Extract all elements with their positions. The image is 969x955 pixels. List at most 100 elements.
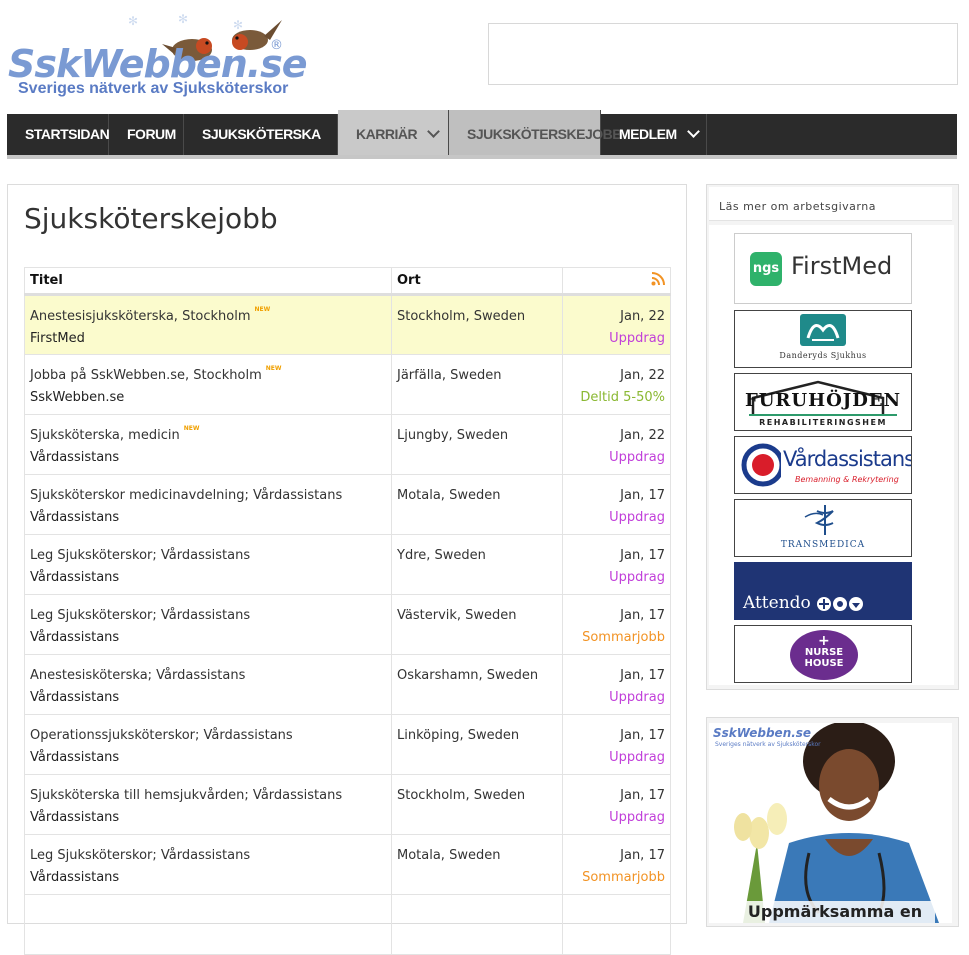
job-type-tag: Uppdrag [609,810,665,825]
nav-item-sjukskoterska[interactable]: SJUKSKÖTERSKA [184,114,338,179]
job-type-tag: Deltid 5-50% [580,390,665,405]
job-date-cell: Jan, 17 Uppdrag [562,534,671,595]
table-row[interactable] [24,894,671,955]
job-type-tag: Uppdrag [609,450,665,465]
table-row[interactable]: Anestesisköterska; Vårdassistans Vårdassi… [24,654,671,715]
nav-item-sjukskoterskejobb[interactable]: SJUKSKÖTERSKEJOBB [449,110,622,155]
registered-mark: ® [270,38,283,53]
job-date: Jan, 22 [620,309,665,324]
caduceus-icon [804,505,834,535]
danderyd-emblem-icon [800,314,846,346]
employer-logo-danderyds[interactable]: Danderyds Sjukhus [734,310,912,368]
employer-logo-nurse-house[interactable]: + NURSE HOUSE [734,625,912,683]
nav-item-medlem[interactable]: MEDLEM [601,114,707,155]
job-company: Vårdassistans [30,510,120,525]
widget-heading: Läs mer om arbetsgivarna [709,187,952,221]
employer-name: Danderyds Sjukhus [779,351,867,360]
employer-logo-list: ngs FirstMed Danderyds Sjukhus FURUHÖJDE… [709,225,954,685]
table-row[interactable]: Operationssjuksköterskor; Vårdassistans V… [24,714,671,775]
table-row[interactable]: Sjuksköterska till hemsjukvården; Vårdas… [24,774,671,835]
plus-icon: + [818,633,830,649]
employer-subtitle: Bemanning & Rekrytering [795,475,899,484]
job-title-link[interactable]: Operationssjuksköterskor; Vårdassistans [30,728,293,743]
employer-logo-furuhojden[interactable]: FURUHÖJDEN REHABILITERINGSHEM [734,373,912,431]
job-title-cell: Anestesisjuksköterska, Stockholm NEW First… [24,294,392,355]
table-row[interactable]: Leg Sjuksköterskor; Vårdassistans Vårdass… [24,834,671,895]
job-title-cell: Operationssjuksköterskor; Vårdassistans V… [24,714,392,775]
job-location: Ydre, Sweden [391,534,563,595]
job-title-cell: Sjuksköterska till hemsjukvården; Vårdas… [24,774,392,835]
employer-name: Vårdassistans [783,447,912,471]
job-title-cell [24,894,392,955]
job-type-tag: Uppdrag [609,750,665,765]
employer-name: FirstMed [791,252,893,280]
job-title-cell: Sjuksköterskor medicinavdelning; Vårdass… [24,474,392,535]
table-row[interactable]: Sjuksköterskor medicinavdelning; Vårdass… [24,474,671,535]
job-date: Jan, 17 [620,608,665,623]
table-row[interactable]: Jobba på SskWebben.se, Stockholm NEW SskWe… [24,354,671,415]
job-company: Vårdassistans [30,570,120,585]
nav-item-forum[interactable]: FORUM [109,114,184,155]
nav-item-startsidan[interactable]: STARTSIDAN [7,114,110,155]
promo-widget[interactable]: SskWebben.se Sveriges nätverk av Sjukskö… [706,717,959,927]
employer-logo-transmedica[interactable]: TRANSMEDICA [734,499,912,557]
new-badge: NEW [265,365,282,372]
employer-subtitle: REHABILITERINGSHEM [759,418,887,427]
job-title-cell: Leg Sjuksköterskor; Vårdassistans Vårdass… [24,534,392,595]
employer-logo-firstmed[interactable]: ngs FirstMed [734,233,912,304]
chevron-down-icon [212,166,225,179]
job-date: Jan, 22 [620,428,665,443]
job-title-link[interactable]: Leg Sjuksköterskor; Vårdassistans [30,548,250,563]
job-location: Stockholm, Sweden [391,774,563,835]
job-company: Vårdassistans [30,630,120,645]
chevron-down-icon [427,125,440,138]
table-row[interactable]: Leg Sjuksköterskor; Vårdassistans Vårdass… [24,594,671,655]
employer-logo-vardassistans[interactable]: Vårdassistans Bemanning & Rekrytering [734,436,912,494]
job-type-tag: Uppdrag [609,690,665,705]
job-title-link[interactable]: Sjuksköterska till hemsjukvården; Vårdas… [30,788,342,803]
chevron-down-icon [686,125,700,138]
job-title-cell: Sjuksköterska, medicin NEW Vårdassistans [24,414,392,475]
job-date-cell: Jan, 17 Sommarjobb [562,594,671,655]
snowflake-icon: ✻ [178,12,189,26]
job-location: Motala, Sweden [391,834,563,895]
table-row[interactable]: Leg Sjuksköterskor; Vårdassistans Vårdass… [24,534,671,595]
green-rule [749,414,897,416]
job-title-link[interactable]: Sjuksköterskor medicinavdelning; Vårdass… [30,488,342,503]
job-title-link[interactable]: Sjuksköterska, medicin [30,428,180,443]
employer-name: TRANSMEDICA [780,540,866,550]
job-type-tag: Uppdrag [609,510,665,525]
employer-name: NURSE [804,647,844,658]
employer-logo-attendo[interactable]: Attendo [734,562,912,620]
column-header-title[interactable]: Titel [24,267,392,296]
job-date: Jan, 17 [620,548,665,563]
job-title-cell: Leg Sjuksköterskor; Vårdassistans Vårdass… [24,594,392,655]
job-title-link[interactable]: Leg Sjuksköterskor; Vårdassistans [30,848,250,863]
job-title-cell: Leg Sjuksköterskor; Vårdassistans Vårdass… [24,834,392,895]
header-ad-banner[interactable] [488,23,958,85]
page-title: Sjuksköterskejobb [24,202,278,235]
job-title-link[interactable]: Jobba på SskWebben.se, Stockholm [30,368,262,383]
job-date-cell: Jan, 22 Uppdrag [562,294,671,355]
site-logo[interactable]: ✻ ✻ ✻ ✻ SskWebben.se ® Sveriges nätverk … [8,12,308,102]
job-company: Vårdassistans [30,870,120,885]
job-title-link[interactable]: Leg Sjuksköterskor; Vårdassistans [30,608,250,623]
nav-label: FORUM [127,126,176,142]
nav-item-karriar[interactable]: KARRIÄR [338,110,449,155]
table-row[interactable]: Sjuksköterska, medicin NEW Vårdassistans L… [24,414,671,475]
job-title-link[interactable]: Anestesisjuksköterska, Stockholm [30,309,251,324]
snowflake-icon: ✻ [128,14,139,28]
job-location: Motala, Sweden [391,474,563,535]
job-location: Linköping, Sweden [391,714,563,775]
job-date: Jan, 17 [620,728,665,743]
promo-banner[interactable]: SskWebben.se Sveriges nätverk av Sjukskö… [709,723,952,923]
table-row[interactable]: Anestesisjuksköterska, Stockholm NEW First… [24,294,671,355]
vardassistans-emblem-icon [741,443,781,487]
rss-feed-icon[interactable] [651,271,665,286]
job-date-cell: Jan, 22 Deltid 5-50% [562,354,671,415]
job-title-cell: Jobba på SskWebben.se, Stockholm NEW SskWe… [24,354,392,415]
job-title-link[interactable]: Anestesisköterska; Vårdassistans [30,668,245,683]
column-header-ort[interactable]: Ort [391,267,563,296]
employer-name: FURUHÖJDEN [744,390,902,411]
job-date: Jan, 22 [620,368,665,383]
